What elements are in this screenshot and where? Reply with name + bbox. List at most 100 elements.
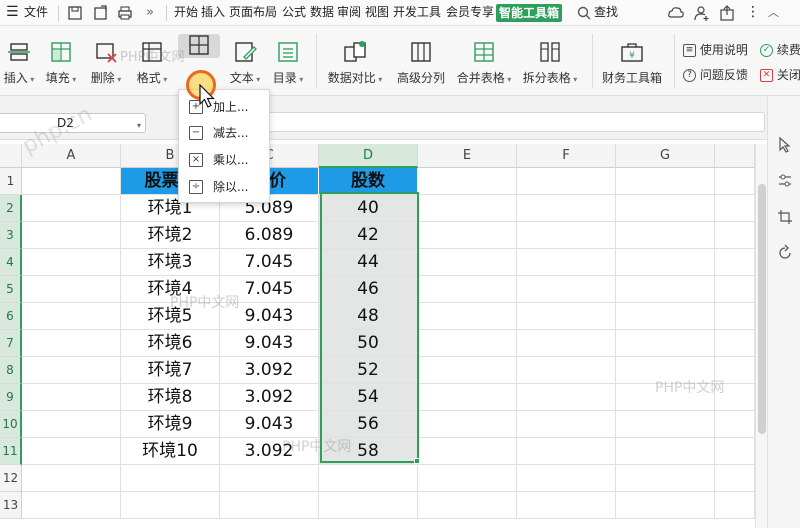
empty-cell[interactable] — [121, 465, 220, 492]
empty-cell[interactable] — [22, 195, 121, 222]
insert-button[interactable]: 插入 ▾ — [0, 26, 38, 96]
empty-cell[interactable] — [22, 276, 121, 303]
crop-icon[interactable] — [776, 208, 794, 226]
rotate-icon[interactable] — [776, 244, 794, 262]
header-cell[interactable]: 股数 — [319, 168, 418, 195]
empty-cell[interactable] — [616, 276, 715, 303]
empty-cell[interactable] — [22, 438, 121, 465]
more-options-icon[interactable]: ⋮ — [746, 0, 760, 26]
data-cell[interactable]: 3.092 — [220, 384, 319, 411]
tab-developer[interactable]: 开发工具 — [393, 0, 441, 26]
data-cell[interactable]: 40 — [319, 195, 418, 222]
empty-cell[interactable] — [22, 168, 121, 195]
empty-cell[interactable] — [616, 249, 715, 276]
data-cell[interactable]: 环境4 — [121, 276, 220, 303]
empty-cell[interactable] — [616, 330, 715, 357]
empty-cell[interactable] — [418, 168, 517, 195]
empty-cell[interactable] — [418, 222, 517, 249]
empty-cell[interactable] — [517, 249, 616, 276]
empty-cell[interactable] — [517, 168, 616, 195]
data-cell[interactable]: 环境6 — [121, 330, 220, 357]
empty-cell[interactable] — [22, 222, 121, 249]
empty-cell[interactable] — [616, 438, 715, 465]
renew-link[interactable]: ✓ 续费 — [760, 41, 800, 59]
empty-cell[interactable] — [517, 222, 616, 249]
empty-cell[interactable] — [220, 492, 319, 519]
row-header[interactable]: 5 — [0, 276, 22, 303]
cloud-sync-icon[interactable] — [667, 4, 685, 22]
empty-cell[interactable] — [22, 249, 121, 276]
format-button[interactable]: 格式 ▾ — [132, 26, 172, 96]
finance-toolbox-button[interactable]: ¥ 财务工具箱 — [598, 26, 666, 96]
row-header[interactable]: 12 — [0, 465, 22, 492]
data-cell[interactable]: 52 — [319, 357, 418, 384]
data-cell[interactable]: 6.089 — [220, 222, 319, 249]
empty-cell[interactable] — [616, 168, 715, 195]
empty-cell[interactable] — [517, 438, 616, 465]
empty-cell[interactable] — [616, 195, 715, 222]
row-header[interactable]: 10 — [0, 411, 22, 438]
data-cell[interactable]: 48 — [319, 303, 418, 330]
search-icon[interactable] — [576, 5, 592, 21]
column-header-e[interactable]: E — [418, 144, 517, 168]
empty-cell[interactable] — [418, 330, 517, 357]
empty-cell[interactable] — [22, 492, 121, 519]
empty-cell[interactable] — [715, 249, 755, 276]
empty-cell[interactable] — [715, 276, 755, 303]
toc-button[interactable]: 目录 ▾ — [268, 26, 308, 96]
empty-cell[interactable] — [715, 357, 755, 384]
menu-item-divide[interactable]: ÷ 除以... — [179, 174, 269, 200]
row-header[interactable]: 6 — [0, 303, 22, 330]
empty-cell[interactable] — [517, 276, 616, 303]
column-header-d[interactable]: D — [319, 144, 418, 168]
empty-cell[interactable] — [715, 330, 755, 357]
hamburger-menu-icon[interactable]: ☰ — [6, 0, 19, 26]
scrollbar-thumb[interactable] — [758, 184, 766, 434]
empty-cell[interactable] — [418, 276, 517, 303]
empty-cell[interactable] — [715, 384, 755, 411]
add-user-icon[interactable] — [693, 4, 711, 22]
tab-home[interactable]: 开始 — [174, 0, 198, 26]
empty-cell[interactable] — [715, 438, 755, 465]
menu-item-multiply[interactable]: × 乘以... — [179, 147, 269, 173]
data-cell[interactable]: 环境8 — [121, 384, 220, 411]
file-menu[interactable]: 文件 — [24, 0, 48, 26]
data-cell[interactable]: 环境10 — [121, 438, 220, 465]
empty-cell[interactable] — [715, 492, 755, 519]
data-cell[interactable]: 环境5 — [121, 303, 220, 330]
empty-cell[interactable] — [517, 384, 616, 411]
text-button[interactable]: 文本 ▾ — [224, 26, 266, 96]
row-header[interactable]: 9 — [0, 384, 22, 411]
data-cell[interactable]: 44 — [319, 249, 418, 276]
data-cell[interactable]: 9.043 — [220, 303, 319, 330]
empty-cell[interactable] — [616, 303, 715, 330]
data-cell[interactable]: 56 — [319, 411, 418, 438]
select-all-corner[interactable] — [0, 144, 22, 168]
row-header[interactable]: 1 — [0, 168, 22, 195]
save-icon[interactable] — [66, 4, 84, 22]
empty-cell[interactable] — [715, 303, 755, 330]
empty-cell[interactable] — [616, 384, 715, 411]
data-cell[interactable]: 58 — [319, 438, 418, 465]
data-cell[interactable]: 54 — [319, 384, 418, 411]
empty-cell[interactable] — [715, 465, 755, 492]
data-cell[interactable]: 3.092 — [220, 438, 319, 465]
column-header-f[interactable]: F — [517, 144, 616, 168]
empty-cell[interactable] — [22, 411, 121, 438]
empty-cell[interactable] — [418, 249, 517, 276]
delete-button[interactable]: 删除 ▾ — [86, 26, 126, 96]
column-header-h[interactable] — [715, 144, 755, 168]
empty-cell[interactable] — [616, 357, 715, 384]
data-cell[interactable]: 9.043 — [220, 411, 319, 438]
row-header[interactable]: 4 — [0, 249, 22, 276]
empty-cell[interactable] — [418, 357, 517, 384]
usage-guide-link[interactable]: ≡ 使用说明 — [683, 41, 748, 59]
data-compare-button[interactable]: 数据对比 ▾ — [322, 26, 388, 96]
empty-cell[interactable] — [715, 222, 755, 249]
data-cell[interactable]: 3.092 — [220, 357, 319, 384]
tab-review[interactable]: 审阅 — [337, 0, 361, 26]
name-box-dropdown-icon[interactable]: ▾ — [137, 121, 141, 130]
tab-page-layout[interactable]: 页面布局 — [229, 0, 277, 26]
empty-cell[interactable] — [418, 465, 517, 492]
share-icon[interactable] — [718, 4, 736, 22]
